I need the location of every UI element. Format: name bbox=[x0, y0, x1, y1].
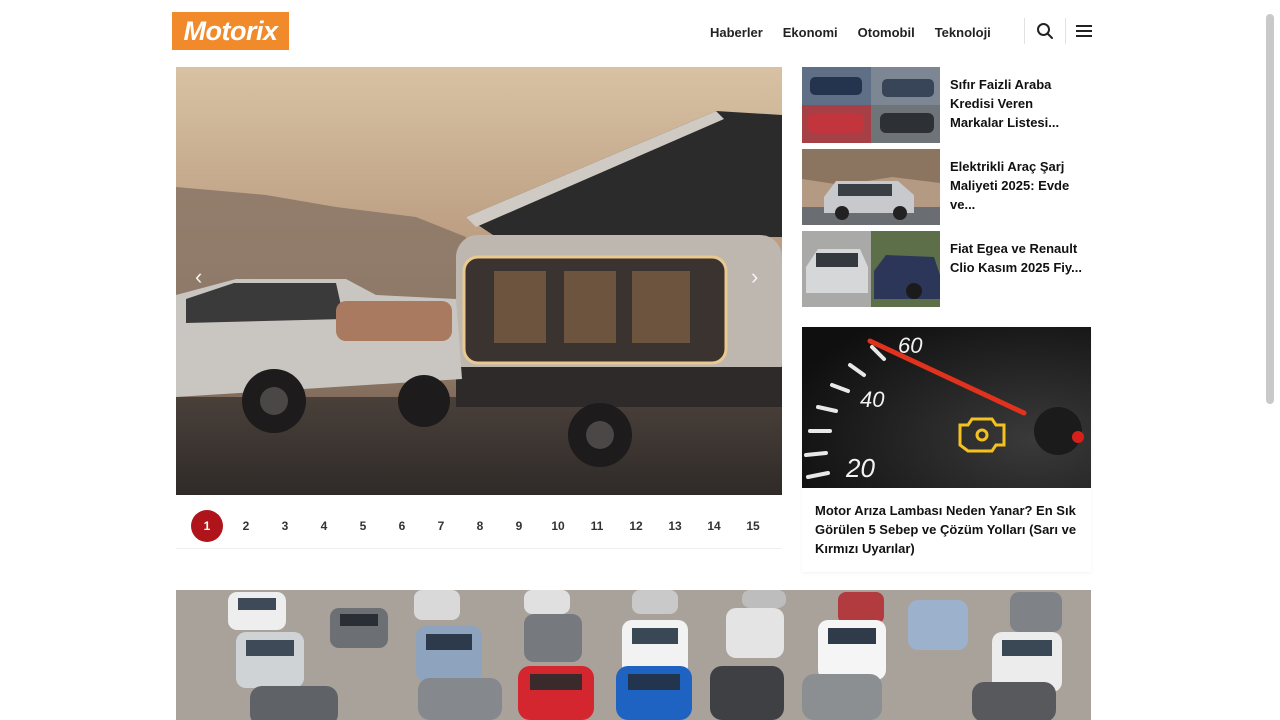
page-15[interactable]: 15 bbox=[737, 510, 769, 542]
page-8[interactable]: 8 bbox=[464, 510, 496, 542]
page-7[interactable]: 7 bbox=[425, 510, 457, 542]
page-10[interactable]: 10 bbox=[542, 510, 574, 542]
nav-teknoloji[interactable]: Teknoloji bbox=[935, 25, 991, 40]
side-article[interactable]: Fiat Egea ve Renault Clio Kasım 2025 Fiy… bbox=[802, 231, 1092, 307]
article-title[interactable]: Elektrikli Araç Şarj Maliyeti 2025: Evde… bbox=[950, 157, 1090, 214]
article-title[interactable]: Sıfır Faizli Araba Kredisi Veren Markala… bbox=[950, 75, 1090, 132]
slider-next-button[interactable]: › bbox=[751, 266, 758, 288]
nav-ekonomi[interactable]: Ekonomi bbox=[783, 25, 838, 40]
slider-prev-button[interactable]: ‹ bbox=[195, 266, 202, 288]
article-thumbnail bbox=[802, 149, 940, 225]
page-1[interactable]: 1 bbox=[191, 509, 223, 542]
gauge-label-40: 40 bbox=[860, 387, 885, 412]
search-icon[interactable] bbox=[1035, 21, 1055, 41]
hero-image bbox=[176, 67, 782, 495]
page-9[interactable]: 9 bbox=[503, 510, 535, 542]
slider-pagination: 1 2 3 4 5 6 7 8 9 10 11 12 13 14 15 bbox=[176, 503, 782, 549]
side-article[interactable]: Elektrikli Araç Şarj Maliyeti 2025: Evde… bbox=[802, 149, 1092, 225]
side-article[interactable]: Sıfır Faizli Araba Kredisi Veren Markala… bbox=[802, 67, 1092, 143]
page-14[interactable]: 14 bbox=[698, 510, 730, 542]
page-11[interactable]: 11 bbox=[581, 510, 613, 542]
nav-haberler[interactable]: Haberler bbox=[710, 25, 763, 40]
hero-slider[interactable] bbox=[176, 67, 782, 495]
main-nav: Haberler Ekonomi Otomobil Teknoloji bbox=[710, 22, 1011, 42]
nav-otomobil[interactable]: Otomobil bbox=[858, 25, 915, 40]
nav-divider bbox=[1024, 18, 1025, 44]
banner-image bbox=[176, 590, 1091, 720]
article-title[interactable]: Fiat Egea ve Renault Clio Kasım 2025 Fiy… bbox=[950, 239, 1090, 277]
parking-lot-banner[interactable] bbox=[176, 590, 1091, 720]
page-4[interactable]: 4 bbox=[308, 510, 340, 542]
featured-article-title[interactable]: Motor Arıza Lambası Neden Yanar? En Sık … bbox=[802, 488, 1091, 558]
article-thumbnail bbox=[802, 67, 940, 143]
page-12[interactable]: 12 bbox=[620, 510, 652, 542]
site-logo[interactable]: Motorix bbox=[172, 12, 289, 50]
gauge-label-20: 20 bbox=[845, 453, 875, 483]
page-6[interactable]: 6 bbox=[386, 510, 418, 542]
page-scrollbar[interactable] bbox=[1266, 14, 1274, 404]
page-2[interactable]: 2 bbox=[230, 510, 262, 542]
page-3[interactable]: 3 bbox=[269, 510, 301, 542]
page-13[interactable]: 13 bbox=[659, 510, 691, 542]
featured-article-card[interactable]: 60 40 20 Motor Arıza Lambası Neden Yanar… bbox=[802, 327, 1091, 572]
article-thumbnail bbox=[802, 231, 940, 307]
dashboard-gauge-image: 60 40 20 bbox=[802, 327, 1091, 488]
page-5[interactable]: 5 bbox=[347, 510, 379, 542]
nav-divider bbox=[1065, 18, 1066, 44]
menu-icon[interactable] bbox=[1074, 21, 1094, 41]
